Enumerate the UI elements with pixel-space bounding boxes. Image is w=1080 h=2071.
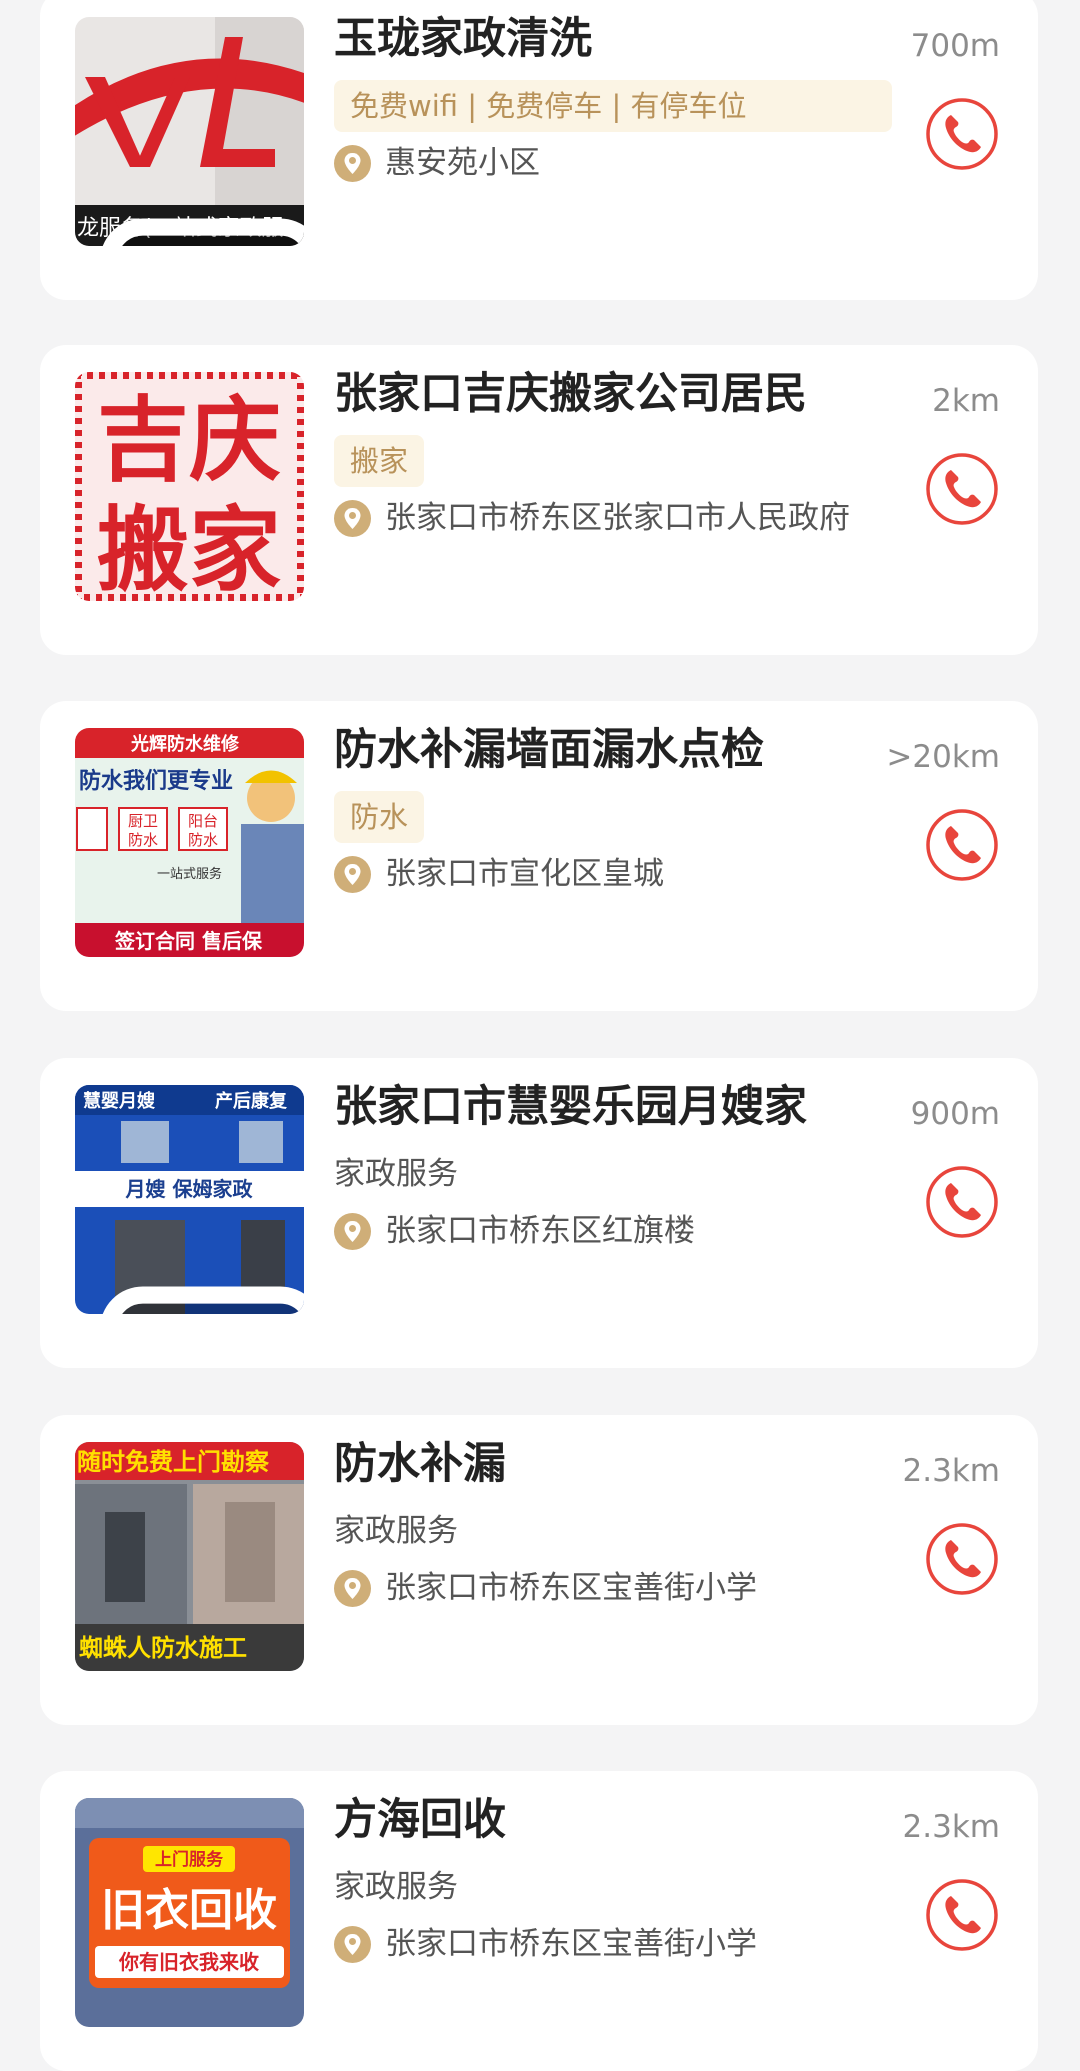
listing-thumbnail[interactable]: 随时免费上门勘察 蜘蛛人防水施工 xyxy=(75,1442,304,1671)
listing-distance: >20km xyxy=(886,739,1000,775)
listing-name[interactable]: 张家口吉庆搬家公司居民 xyxy=(334,365,924,423)
phone-call-button[interactable] xyxy=(924,1164,1000,1240)
listing-name[interactable]: 防水补漏墙面漏水点检 xyxy=(334,721,924,779)
thumbnail-slogan: 防水我们更专业 xyxy=(79,768,233,794)
listing-address: 惠安苑小区 xyxy=(385,145,540,181)
thumbnail-service: 一站式服务 xyxy=(157,866,222,882)
location-pin-icon xyxy=(334,1569,371,1607)
listing-distance: 2km xyxy=(932,383,1000,419)
video-icon xyxy=(102,1286,304,1314)
listing-thumbnail[interactable]: 上门服务 旧衣回收 你有旧衣我来收 xyxy=(75,1798,304,2027)
thumbnail-main-label: 旧衣回收 xyxy=(101,1885,277,1936)
phone-call-button[interactable] xyxy=(924,1521,1000,1597)
phone-call-button[interactable] xyxy=(924,451,1000,527)
listing-card[interactable]: 龙服务(一站式家政服 玉珑家政清洗 免费wifi | 免费停车 | 有停车位 惠… xyxy=(40,0,1038,300)
listing-distance: 2.3km xyxy=(902,1453,1000,1489)
thumbnail-bottom-label: 你有旧衣我来收 xyxy=(118,1950,259,1974)
thumbnail-image: 光辉防水维修 防水我们更专业 厨卫 阳台 防水 防水 一站式服务 签订合同 售后… xyxy=(75,728,304,957)
listing-address: 张家口市桥东区宝善街小学 xyxy=(385,1926,757,1962)
thumbnail-title: 光辉防水维修 xyxy=(130,733,240,755)
phone-call-button[interactable] xyxy=(924,96,1000,172)
thumbnail-left-label: 慧婴月嫂 xyxy=(83,1090,156,1112)
listing-list: 龙服务(一站式家政服 玉珑家政清洗 免费wifi | 免费停车 | 有停车位 惠… xyxy=(0,0,1080,2071)
location-pin-icon xyxy=(334,499,371,537)
listing-category: 家政服务 xyxy=(334,1869,458,1905)
listing-distance: 900m xyxy=(910,1096,1000,1132)
thumbnail-top-label: 上门服务 xyxy=(155,1849,224,1870)
thumbnail-item: 防水 xyxy=(128,831,158,849)
listing-name[interactable]: 玉珑家政清洗 xyxy=(334,10,924,68)
listing-address: 张家口市桥东区宝善街小学 xyxy=(385,1570,757,1606)
thumbnail-item: 阳台 xyxy=(188,812,218,830)
listing-thumbnail[interactable]: 龙服务(一站式家政服 xyxy=(75,17,304,246)
listing-thumbnail[interactable]: 慧婴月嫂 产后康复 月嫂 保姆家政 xyxy=(75,1085,304,1314)
thumbnail-image: 吉庆 搬家 xyxy=(75,372,304,601)
thumbnail-top-banner: 随时免费上门勘察 xyxy=(77,1448,270,1476)
location-pin-icon xyxy=(334,855,371,893)
thumbnail-text-top: 吉庆 xyxy=(97,387,281,494)
listing-name[interactable]: 张家口市慧婴乐园月嫂家 xyxy=(334,1078,924,1136)
thumbnail-item: 防水 xyxy=(188,831,218,849)
listing-card[interactable]: 光辉防水维修 防水我们更专业 厨卫 阳台 防水 防水 一站式服务 签订合同 售后… xyxy=(40,701,1038,1011)
thumbnail-item: 厨卫 xyxy=(128,812,158,830)
phone-call-button[interactable] xyxy=(924,807,1000,883)
listing-card[interactable]: 上门服务 旧衣回收 你有旧衣我来收 方海回收 家政服务 张家口市桥东区宝善街小学… xyxy=(40,1771,1038,2071)
listing-card[interactable]: 吉庆 搬家 张家口吉庆搬家公司居民 搬家 张家口市桥东区张家口市人民政府 2km xyxy=(40,345,1038,655)
thumbnail-text-bottom: 搬家 xyxy=(97,497,281,601)
video-icon xyxy=(102,218,304,246)
listing-category: 家政服务 xyxy=(334,1513,458,1549)
listing-name[interactable]: 防水补漏 xyxy=(334,1435,924,1493)
listing-distance: 2.3km xyxy=(902,1809,1000,1845)
listing-category: 家政服务 xyxy=(334,1156,458,1192)
thumbnail-bottom-banner: 蜘蛛人防水施工 xyxy=(79,1634,247,1662)
thumbnail-sign: 月嫂 保姆家政 xyxy=(125,1177,254,1201)
location-pin-icon xyxy=(334,144,371,182)
thumbnail-image: 上门服务 旧衣回收 你有旧衣我来收 xyxy=(75,1798,304,2027)
listing-tags: 防水 xyxy=(334,791,425,843)
listing-thumbnail[interactable]: 光辉防水维修 防水我们更专业 厨卫 阳台 防水 防水 一站式服务 签订合同 售后… xyxy=(75,728,304,957)
listing-address: 张家口市桥东区张家口市人民政府 xyxy=(385,500,850,536)
listing-address: 张家口市桥东区红旗楼 xyxy=(385,1213,695,1249)
listing-card[interactable]: 随时免费上门勘察 蜘蛛人防水施工 防水补漏 家政服务 张家口市桥东区宝善街小学 xyxy=(40,1415,1038,1725)
thumbnail-image: 随时免费上门勘察 蜘蛛人防水施工 xyxy=(75,1442,304,1671)
location-pin-icon xyxy=(334,1212,371,1250)
listing-distance: 700m xyxy=(910,28,1000,64)
listing-tags: 搬家 xyxy=(334,435,425,487)
listing-card[interactable]: 慧婴月嫂 产后康复 月嫂 保姆家政 张家口市慧婴乐园月嫂家 家政服务 张家口市桥… xyxy=(40,1058,1038,1368)
listing-name[interactable]: 方海回收 xyxy=(334,1791,924,1849)
thumbnail-bottom-banner: 签订合同 售后保 xyxy=(114,929,263,953)
listing-address: 张家口市宣化区皇城 xyxy=(385,856,664,892)
listing-thumbnail[interactable]: 吉庆 搬家 xyxy=(75,372,304,601)
phone-call-button[interactable] xyxy=(924,1877,1000,1953)
location-pin-icon xyxy=(334,1925,371,1963)
listing-tags: 免费wifi | 免费停车 | 有停车位 xyxy=(334,80,892,132)
thumbnail-right-label: 产后康复 xyxy=(215,1090,288,1112)
